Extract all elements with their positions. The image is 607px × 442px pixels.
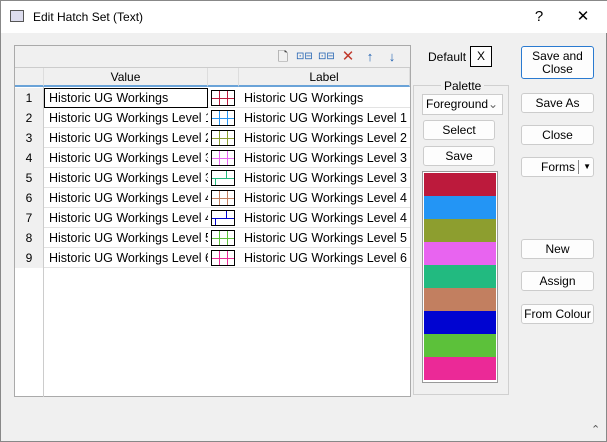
hatch-swatch[interactable] [211,90,235,106]
label-cell[interactable]: Historic UG Workings Level 6 [239,248,410,268]
select-button[interactable]: Select [423,120,495,140]
value-cell[interactable]: Historic UG Workings Level 6 [44,248,208,268]
palette-color-swatch[interactable] [424,265,496,288]
table-row[interactable]: 8 Historic UG Workings Level 5 Historic … [15,228,410,248]
hatch-swatch[interactable] [211,230,235,246]
hatch-swatch[interactable] [211,210,235,226]
append-row-icon[interactable]: ⊡⊟ [318,49,335,65]
label-cell[interactable]: Historic UG Workings Level 1 [239,108,410,128]
table-row[interactable]: 3 Historic UG Workings Level 2 Historic … [15,128,410,148]
palette-save-button[interactable]: Save [423,146,495,166]
row-number[interactable]: 6 [15,188,44,208]
row-number[interactable]: 5 [15,168,44,188]
hatch-swatch[interactable] [211,110,235,126]
value-cell[interactable]: Historic UG Workings Level 3 [44,168,208,188]
row-number[interactable]: 3 [15,128,44,148]
title-bar: Edit Hatch Set (Text) ? ✕ [1,1,607,33]
hatch-swatch[interactable] [211,130,235,146]
hatch-grid[interactable]: 🗋 ⊡⊟ ⊡⊟ ✕ ↑ ↓ Value Label 1 Historic UG … [14,45,411,397]
label-cell[interactable]: Historic UG Workings Level 3 [239,168,410,188]
assign-button[interactable]: Assign [521,271,594,291]
value-cell[interactable]: Historic UG Workings Level 4 [44,208,208,228]
row-number[interactable]: 2 [15,108,44,128]
label-cell[interactable]: Historic UG Workings Level 2 [239,128,410,148]
table-row[interactable]: 2 Historic UG Workings Level 1 Historic … [15,108,410,128]
label-cell[interactable]: Historic UG Workings [239,88,410,108]
app-icon [10,10,24,22]
palette-title: Palette [441,79,485,93]
close-window-button[interactable]: ✕ [568,5,598,29]
row-number[interactable]: 8 [15,228,44,248]
default-label: Default [428,50,467,64]
value-cell[interactable]: Historic UG Workings Level 5 [44,228,208,248]
insert-row-icon[interactable]: ⊡⊟ [296,49,313,65]
hatch-swatch[interactable] [211,250,235,266]
delete-row-icon[interactable]: ✕ [340,49,356,65]
row-number[interactable]: 9 [15,248,44,268]
table-row[interactable]: 5 Historic UG Workings Level 3 Historic … [15,168,410,188]
forms-button[interactable]: Forms ▼ [521,157,594,177]
move-down-icon[interactable]: ↓ [384,49,400,65]
hatch-swatch[interactable] [211,150,235,166]
table-row[interactable]: 4 Historic UG Workings Level 3 Historic … [15,148,410,168]
label-cell[interactable]: Historic UG Workings Level 4 [239,208,410,228]
palette-color-swatch[interactable] [424,311,496,334]
palette-color-swatch[interactable] [424,173,496,196]
dropdown-arrow-icon[interactable]: ▼ [578,160,591,174]
value-cell[interactable]: Historic UG Workings [44,88,208,108]
save-as-button[interactable]: Save As [521,93,594,113]
value-cell[interactable]: Historic UG Workings Level 2 [44,128,208,148]
new-button[interactable]: New [521,239,594,259]
label-cell[interactable]: Historic UG Workings Level 4 [239,188,410,208]
palette-color-swatch[interactable] [424,242,496,265]
grid-toolbar: 🗋 ⊡⊟ ⊡⊟ ✕ ↑ ↓ [15,46,410,68]
save-and-close-button[interactable]: Save and Close [521,46,594,79]
palette-mode-value: Foreground [426,97,489,111]
value-cell[interactable]: Historic UG Workings Level 1 [44,108,208,128]
row-number[interactable]: 7 [15,208,44,228]
window-title: Edit Hatch Set (Text) [33,10,144,24]
table-row[interactable]: 9 Historic UG Workings Level 6 Historic … [15,248,410,268]
table-row[interactable]: 1 Historic UG Workings Historic UG Worki… [15,88,410,108]
hatch-swatch[interactable] [211,190,235,206]
move-up-icon[interactable]: ↑ [362,49,378,65]
row-number[interactable]: 1 [15,88,44,108]
row-number-header [15,68,44,87]
new-row-icon[interactable]: 🗋 [275,49,291,65]
palette-color-swatch[interactable] [424,357,496,380]
label-cell[interactable]: Historic UG Workings Level 5 [239,228,410,248]
label-cell[interactable]: Historic UG Workings Level 3 [239,148,410,168]
table-row[interactable]: 6 Historic UG Workings Level 4 Historic … [15,188,410,208]
resize-grip-icon[interactable]: ⌃ [591,423,600,436]
palette-color-swatch[interactable] [424,334,496,357]
help-button[interactable]: ? [524,5,554,29]
default-value-box[interactable]: X [470,46,492,67]
forms-label: Forms [541,160,575,174]
label-column-header[interactable]: Label [239,68,410,87]
palette-colors [422,171,498,383]
from-colour-button[interactable]: From Colour [521,304,594,324]
close-button[interactable]: Close [521,125,594,145]
palette-color-swatch[interactable] [424,219,496,242]
chevron-down-icon: ⌄ [487,97,498,111]
row-number[interactable]: 4 [15,148,44,168]
table-row[interactable]: 7 Historic UG Workings Level 4 Historic … [15,208,410,228]
value-cell[interactable]: Historic UG Workings Level 4 [44,188,208,208]
palette-color-swatch[interactable] [424,288,496,311]
palette-color-swatch[interactable] [424,196,496,219]
hatch-swatch[interactable] [211,170,235,186]
palette-mode-select[interactable]: Foreground ⌄ [422,94,503,115]
swatch-column-header[interactable] [208,68,239,87]
value-column-header[interactable]: Value [44,68,208,87]
value-cell[interactable]: Historic UG Workings Level 3 [44,148,208,168]
